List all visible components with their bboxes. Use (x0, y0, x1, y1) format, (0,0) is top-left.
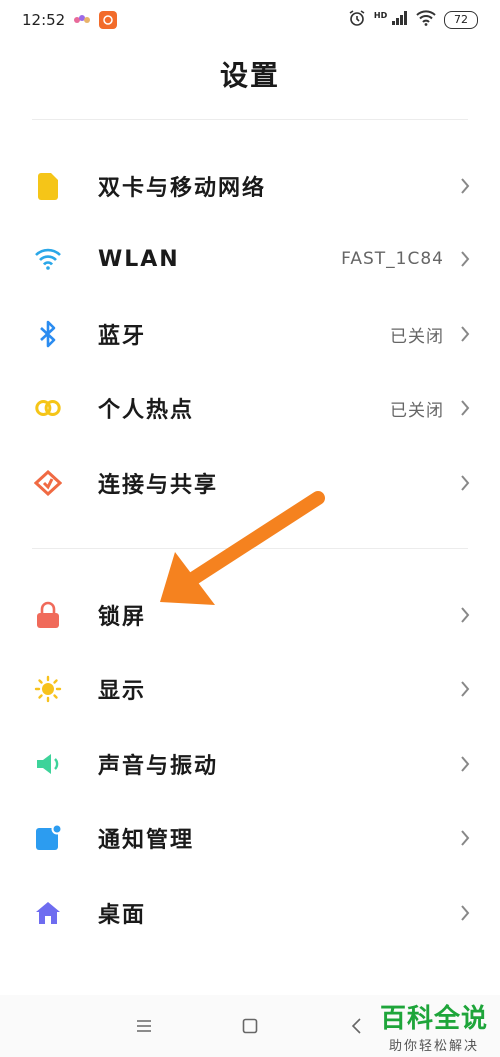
page-title: 设置 (219, 59, 280, 92)
hotspot-icon (34, 394, 62, 422)
row-label: 双卡与移动网络 (98, 176, 267, 201)
row-value: 已关闭 (390, 400, 444, 421)
chevron-right-icon (458, 249, 472, 269)
share-icon (34, 469, 62, 497)
bluetooth-icon (34, 320, 62, 348)
chevron-right-icon (458, 324, 472, 344)
status-bar: 12:52 HD 72 (0, 0, 500, 40)
chevron-right-icon (458, 828, 472, 848)
signal-icon: HD (374, 11, 408, 29)
row-label: 声音与振动 (98, 754, 219, 779)
speaker-icon (34, 750, 62, 778)
chevron-right-icon (458, 754, 472, 774)
chevron-right-icon (458, 398, 472, 418)
row-label: 连接与共享 (98, 473, 219, 498)
battery-icon: 72 (444, 11, 478, 29)
row-value: 已关闭 (390, 326, 444, 347)
section-divider (32, 548, 468, 549)
menu-icon[interactable] (132, 1014, 156, 1038)
chevron-right-icon (458, 679, 472, 699)
back-icon[interactable] (344, 1014, 368, 1038)
alarm-icon (348, 9, 366, 31)
row-desktop[interactable]: 桌面 (0, 876, 500, 950)
wifi-status-icon (416, 10, 436, 30)
watermark: 百科全说 助你轻松解决 (380, 998, 488, 1054)
sim-card-icon (34, 172, 62, 200)
home-square-icon[interactable] (238, 1014, 262, 1038)
notification-app-icon (73, 11, 91, 29)
row-label: 蓝牙 (98, 324, 147, 349)
row-label: 显示 (98, 679, 147, 704)
row-bluetooth[interactable]: 蓝牙 已关闭 (0, 297, 500, 371)
lock-icon (34, 601, 62, 629)
row-label: 个人热点 (98, 398, 195, 423)
row-hotspot[interactable]: 个人热点 已关闭 (0, 371, 500, 445)
watermark-subtitle: 助你轻松解决 (388, 1039, 479, 1054)
wifi-icon (34, 245, 62, 273)
row-label: 通知管理 (98, 828, 195, 853)
row-value: FAST_1C84 (341, 249, 444, 269)
row-wlan[interactable]: WLAN FAST_1C84 (0, 222, 500, 296)
status-time: 12:52 (22, 11, 66, 29)
chevron-right-icon (458, 176, 472, 196)
row-notification-management[interactable]: 通知管理 (0, 801, 500, 875)
orange-app-icon (99, 11, 118, 29)
row-label: 桌面 (98, 903, 147, 928)
chevron-right-icon (458, 473, 472, 493)
row-connection-sharing[interactable]: 连接与共享 (0, 446, 500, 520)
row-label: 锁屏 (98, 605, 147, 630)
row-label: WLAN (98, 246, 180, 272)
watermark-title: 百科全说 (379, 1004, 488, 1034)
hd-badge: HD (373, 11, 388, 20)
row-dual-sim-network[interactable]: 双卡与移动网络 (0, 149, 500, 223)
notification-icon (34, 824, 62, 852)
row-display[interactable]: 显示 (0, 652, 500, 726)
chevron-right-icon (458, 605, 472, 625)
chevron-right-icon (458, 903, 472, 923)
header-divider (32, 119, 468, 120)
row-sound-vibration[interactable]: 声音与振动 (0, 727, 500, 801)
sun-icon (34, 675, 62, 703)
home-icon (34, 899, 62, 927)
row-lock-screen[interactable]: 锁屏 (0, 578, 500, 652)
